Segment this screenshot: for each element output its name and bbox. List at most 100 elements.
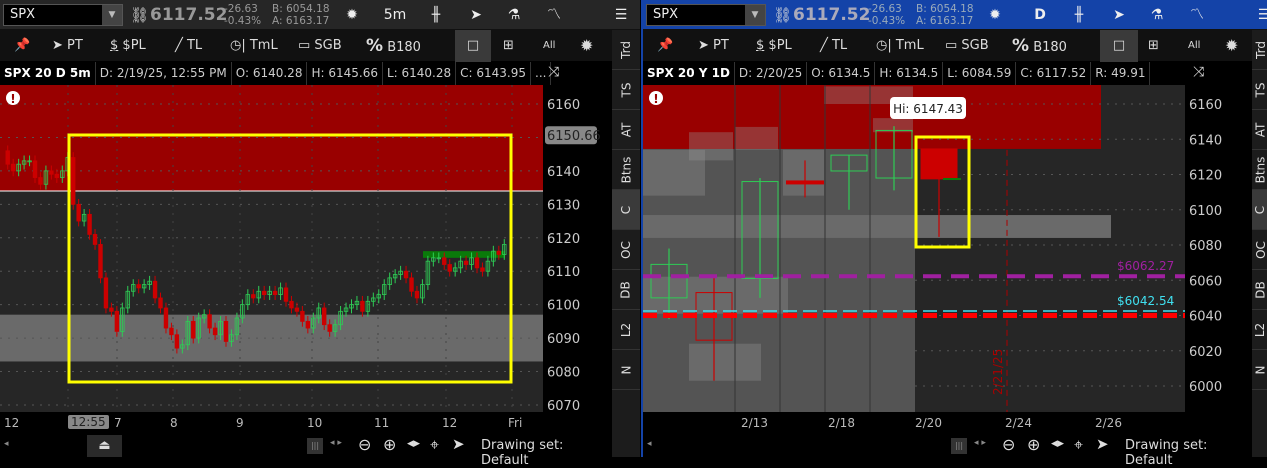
side-tab-n[interactable]: N xyxy=(1252,350,1267,390)
drawing-set-selector[interactable]: Drawing set: Default xyxy=(481,438,612,468)
volume-profile-block xyxy=(783,150,824,196)
pl-tool-button[interactable]: $ $PL xyxy=(756,30,792,62)
price-tool-button[interactable]: ➤ PT xyxy=(698,30,729,62)
menu-icon[interactable]: ☰ xyxy=(610,4,632,26)
side-tab-oc[interactable]: OC xyxy=(1252,230,1267,270)
single-layout-button[interactable]: □ xyxy=(1100,30,1138,62)
trendline-button[interactable]: ╱ TL xyxy=(175,30,202,62)
scrollbar-thumb[interactable]: ||| xyxy=(951,438,967,454)
symbol-input[interactable]: SPX▼ xyxy=(646,4,766,26)
info-low: L: 6084.59 xyxy=(943,62,1016,85)
zoom-out-icon[interactable]: ⊖ xyxy=(358,435,371,454)
side-tab-n[interactable]: N xyxy=(612,350,640,390)
zoom-out-icon[interactable]: ⊖ xyxy=(1002,435,1015,454)
cursor-icon[interactable]: ➤ xyxy=(1108,4,1130,26)
grid-layout-icon[interactable]: ⊞ xyxy=(503,30,514,62)
scroll-arrows[interactable]: ◂ ▸ xyxy=(330,438,342,448)
pointer-icon[interactable]: ➤ xyxy=(1096,435,1109,453)
candle-style-icon[interactable]: ╫ xyxy=(425,4,447,26)
pin-icon[interactable]: 📌 xyxy=(14,30,30,62)
side-tab-trd[interactable]: Trd xyxy=(1252,30,1267,70)
scrollbar-thumb[interactable]: ||| xyxy=(307,438,323,454)
side-tabs: Trd TS AT BtnsCOCDBL2N xyxy=(612,30,640,457)
flask-icon[interactable]: ⚗ xyxy=(1146,4,1168,26)
all-button[interactable]: All xyxy=(543,30,555,62)
side-tab-btns[interactable]: Btns xyxy=(1252,150,1267,190)
bottom-bar: ◂ ||| ◂ ▸ ⊖ ⊕ ◂▸ ⌖ ➤ Drawing set: Defaul… xyxy=(643,435,1252,457)
grid-layout-icon[interactable]: ⊞ xyxy=(1148,30,1159,62)
flask-icon[interactable]: ⚗ xyxy=(503,4,525,26)
side-tab-label: TS xyxy=(1253,82,1267,97)
side-tab-oc[interactable]: OC xyxy=(612,230,640,270)
side-tab-trd[interactable]: Trd xyxy=(612,30,640,70)
scroll-left-icon[interactable]: ◂ xyxy=(4,439,9,449)
cursor-icon[interactable]: ➤ xyxy=(465,4,487,26)
side-tab-at[interactable]: AT xyxy=(1252,110,1267,150)
fit-icon[interactable]: ◂▸ xyxy=(1051,436,1064,451)
side-tab-label: AT xyxy=(619,122,633,137)
symbol-text: SPX xyxy=(10,7,35,22)
drawing-icon[interactable]: 〽 xyxy=(543,4,565,26)
b180-button[interactable]: % B180 xyxy=(366,30,421,62)
candle-body xyxy=(39,178,43,185)
chevron-down-icon[interactable]: ▼ xyxy=(745,5,765,25)
scroll-arrows[interactable]: ◂ ▸ xyxy=(974,438,986,448)
drawing-set-selector[interactable]: Drawing set: Default xyxy=(1125,438,1252,468)
level-label-purple: $6062.27 xyxy=(1117,259,1174,273)
side-tab-l2[interactable]: L2 xyxy=(612,310,640,350)
change-pct: -0.43% xyxy=(224,15,261,27)
time-label: 11 xyxy=(374,416,389,430)
side-tab-label: Trd xyxy=(619,41,633,59)
chevron-down-icon[interactable]: ▼ xyxy=(102,5,122,25)
side-tab-db[interactable]: DB xyxy=(612,270,640,310)
sgb-button[interactable]: ▭ SGB xyxy=(945,30,989,62)
side-tab-c[interactable]: C xyxy=(1252,190,1267,230)
timeline-button[interactable]: ◷| TmL xyxy=(876,30,924,62)
all-button[interactable]: All xyxy=(1188,30,1200,62)
info-date: D: 2/20/25 xyxy=(735,62,807,85)
b180-button[interactable]: % B180 xyxy=(1012,30,1067,62)
timeframe-button[interactable]: D xyxy=(1028,4,1052,26)
drawing-toolbar: 📌 ➤ PT $ $PL ╱ TL ◷| TmL ▭ SGB % B180 □ … xyxy=(0,30,612,62)
expand-collapse-icon[interactable]: ⤨ xyxy=(1193,64,1204,80)
pl-tool-button[interactable]: $ $PL xyxy=(110,30,146,62)
fit-icon[interactable]: ◂▸ xyxy=(407,436,420,451)
settings-gear-icon[interactable]: ✹ xyxy=(580,30,593,62)
zoom-in-icon[interactable]: ⊕ xyxy=(383,435,396,454)
side-tab-ts[interactable]: TS xyxy=(612,70,640,110)
timeframe-button[interactable]: 5m xyxy=(380,4,410,26)
timeline-button[interactable]: ◷| TmL xyxy=(230,30,278,62)
crosshair-icon[interactable]: ⌖ xyxy=(1074,435,1083,455)
side-tab-l2[interactable]: L2 xyxy=(1252,310,1267,350)
single-layout-button[interactable]: □ xyxy=(455,30,491,62)
drawing-icon[interactable]: 〽 xyxy=(1186,4,1208,26)
side-tab-at[interactable]: AT xyxy=(612,110,640,150)
link-icon[interactable]: ⛓ xyxy=(130,6,149,24)
link-icon[interactable]: ⛓ xyxy=(773,6,792,24)
scroll-left-icon[interactable]: ◂ xyxy=(647,439,652,449)
sgb-button[interactable]: ▭ SGB xyxy=(298,30,342,62)
settings-gear-icon[interactable]: ✹ xyxy=(1225,30,1238,62)
side-tab-db[interactable]: DB xyxy=(1252,270,1267,310)
gear-icon[interactable]: ✹ xyxy=(983,4,1007,26)
side-tab-btns[interactable]: Btns xyxy=(612,150,640,190)
price-chart-5m[interactable]: !61606150.666140613061206110610060906080… xyxy=(0,85,612,412)
menu-icon[interactable]: ☰ xyxy=(1253,4,1267,26)
side-tab-c[interactable]: C xyxy=(612,190,640,230)
gear-icon[interactable]: ✹ xyxy=(340,4,364,26)
pin-icon[interactable]: 📌 xyxy=(657,30,673,62)
candle-style-icon[interactable]: ╫ xyxy=(1068,4,1090,26)
crosshair-icon[interactable]: ⌖ xyxy=(430,435,439,455)
side-tab-ts[interactable]: TS xyxy=(1252,70,1267,110)
pointer-icon[interactable]: ➤ xyxy=(452,435,465,453)
price-chart-daily[interactable]: 2/21/25$6062.27$6042.54Hi: 6147.43!61606… xyxy=(643,85,1252,412)
trendline-button[interactable]: ╱ TL xyxy=(820,30,847,62)
zoom-in-icon[interactable]: ⊕ xyxy=(1027,435,1040,454)
symbol-input[interactable]: SPX ▼ xyxy=(3,4,123,26)
price-tool-button[interactable]: ➤ PT xyxy=(52,30,83,62)
green-zone xyxy=(423,251,505,258)
sgb-label: SGB xyxy=(961,38,988,53)
side-tab-label: C xyxy=(1253,205,1267,213)
expand-collapse-icon[interactable]: ⤨ xyxy=(548,64,559,80)
scroll-handle[interactable]: ⏏ xyxy=(87,435,122,457)
